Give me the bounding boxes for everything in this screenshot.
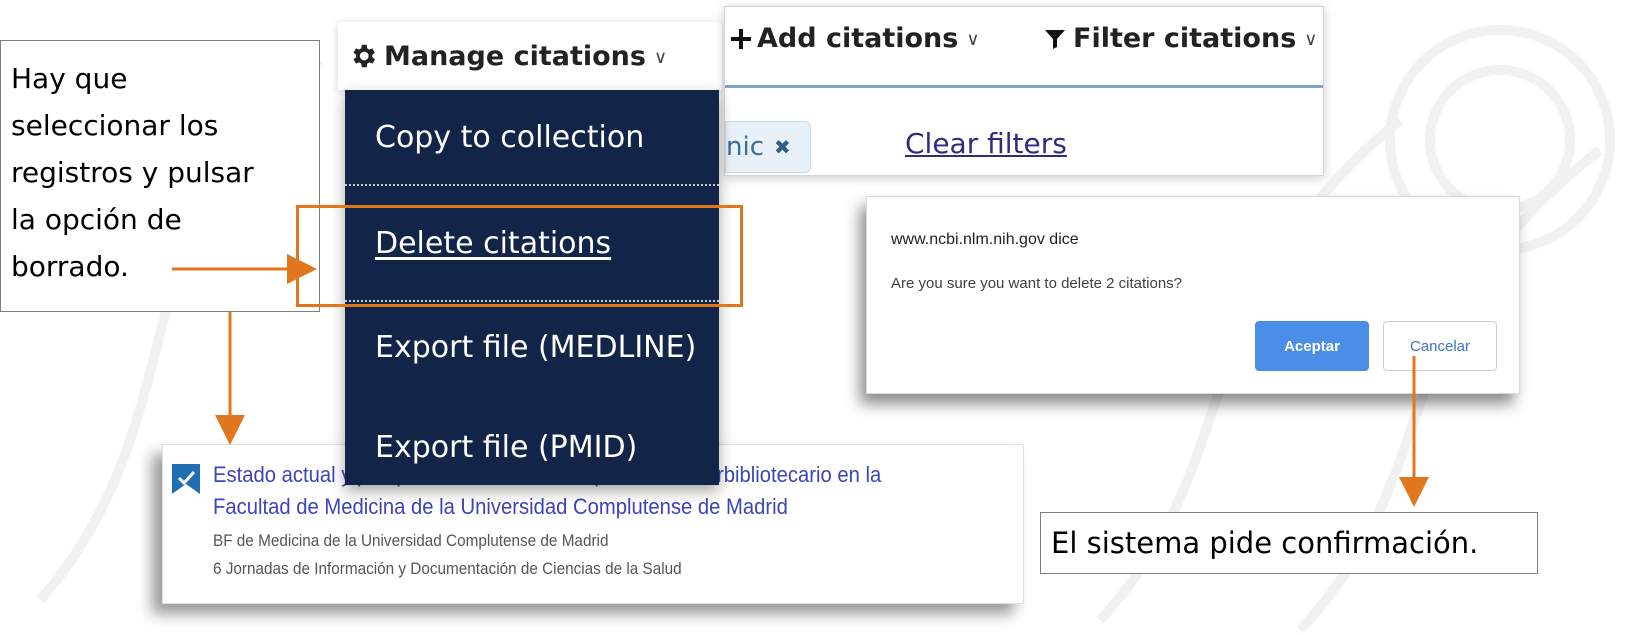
chevron-down-icon: ∨ — [966, 29, 980, 49]
cancel-button[interactable]: Cancelar — [1383, 321, 1497, 371]
confirmation-callout: El sistema pide confirmación. — [1040, 512, 1538, 574]
plus-icon — [731, 28, 751, 49]
instruction-callout: Hay que seleccionar los registros y puls… — [0, 40, 320, 312]
menu-item-export-medline[interactable]: Export file (MEDLINE) — [375, 330, 696, 365]
toolbar-divider — [725, 85, 1323, 88]
menu-item-delete-citations[interactable]: Delete citations — [375, 226, 611, 261]
add-citations-button[interactable]: Add citations ∨ — [729, 23, 980, 54]
chevron-down-icon: ∨ — [1304, 29, 1318, 49]
clear-filters-link[interactable]: Clear filters — [905, 127, 1067, 160]
citations-toolbar: Add citations ∨ Filter citations ∨ nic ✖… — [724, 6, 1324, 176]
bookmark-icon — [172, 464, 200, 494]
accept-button[interactable]: Aceptar — [1255, 321, 1369, 371]
menu-item-copy-to-collection[interactable]: Copy to collection — [375, 120, 644, 155]
chevron-down-icon: ∨ — [653, 46, 668, 67]
manage-citations-label: Manage citations — [384, 40, 646, 72]
dialog-message: Are you sure you want to delete 2 citati… — [891, 275, 1183, 292]
result-meta-authors: BF de Medicina de la Universidad Complut… — [213, 531, 609, 550]
filter-chip[interactable]: nic ✖ — [725, 121, 811, 173]
filter-citations-label: Filter citations — [1073, 23, 1297, 54]
filter-icon — [1045, 29, 1065, 49]
manage-citations-menu: Copy to collection Delete citations Expo… — [345, 90, 719, 485]
menu-item-export-pmid[interactable]: Export file (PMID) — [375, 430, 637, 465]
filter-citations-button[interactable]: Filter citations ∨ — [1043, 23, 1317, 54]
close-icon[interactable]: ✖ — [774, 135, 791, 159]
dialog-origin: www.ncbi.nlm.nih.gov dice — [891, 231, 1079, 248]
manage-citations-button[interactable]: Manage citations ∨ — [338, 22, 722, 90]
confirm-dialog: www.ncbi.nlm.nih.gov dice Are you sure y… — [866, 196, 1520, 394]
menu-divider — [345, 300, 719, 302]
menu-divider — [345, 184, 719, 186]
result-meta-source: 6 Jornadas de Información y Documentació… — [213, 559, 682, 578]
gear-icon — [353, 44, 375, 68]
add-citations-label: Add citations — [757, 23, 959, 54]
filter-chip-text: nic — [726, 132, 764, 162]
